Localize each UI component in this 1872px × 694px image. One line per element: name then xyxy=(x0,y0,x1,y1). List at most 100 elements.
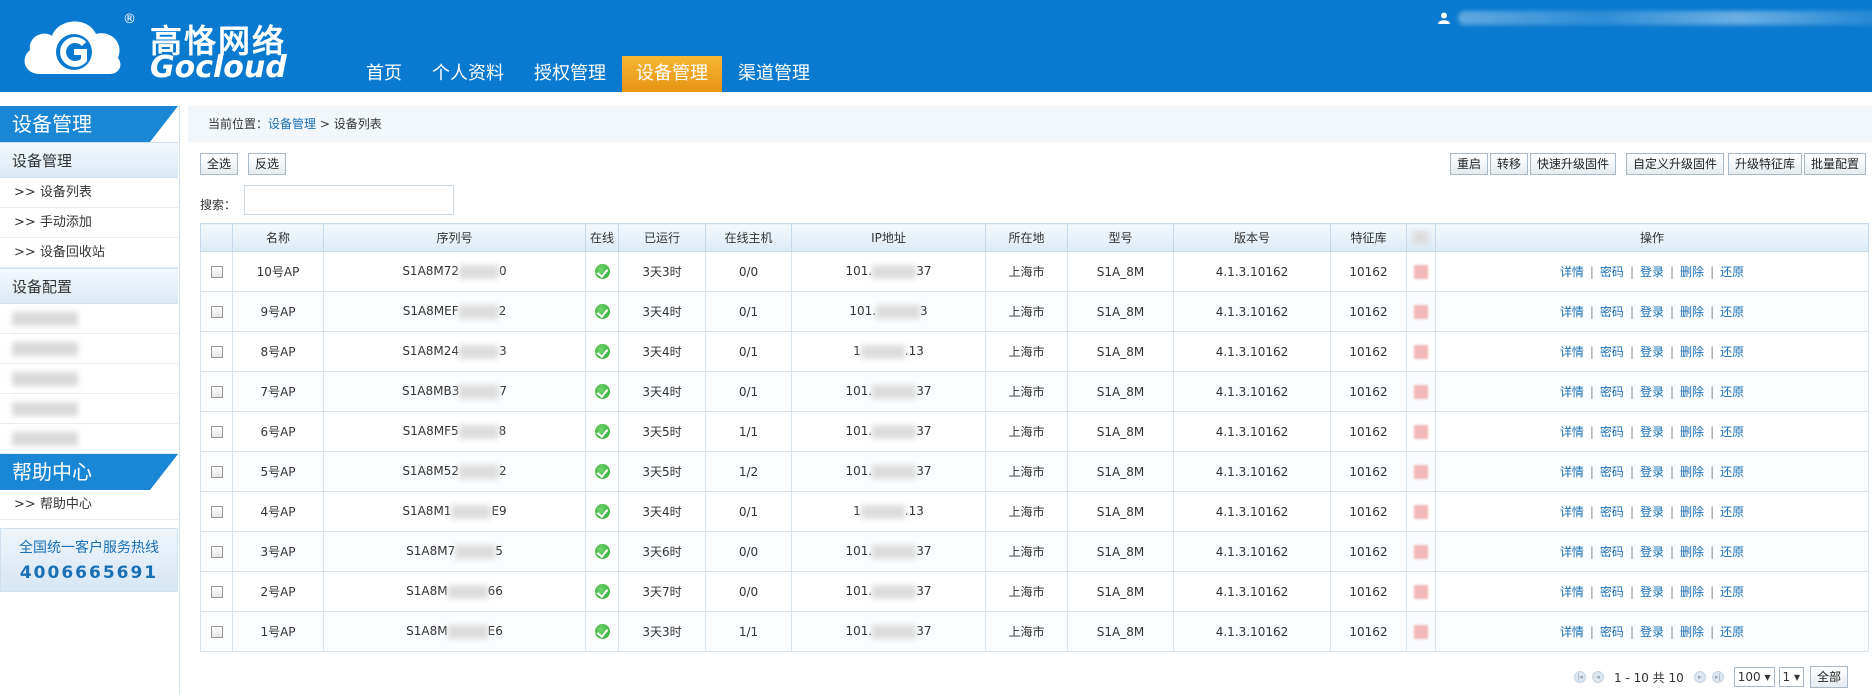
delete-link[interactable]: 删除 xyxy=(1680,465,1704,479)
restore-link[interactable]: 还原 xyxy=(1720,585,1744,599)
sidebar-item-device-list[interactable]: >> 设备列表 xyxy=(0,178,178,208)
login-link[interactable]: 登录 xyxy=(1640,385,1664,399)
header-serial[interactable]: 序列号 xyxy=(323,223,586,252)
prev-page-icon[interactable]: ◂ xyxy=(1592,671,1604,683)
delete-link[interactable]: 删除 xyxy=(1680,505,1704,519)
detail-link[interactable]: 详情 xyxy=(1560,545,1584,559)
header-ip[interactable]: IP地址 xyxy=(791,223,986,252)
row-checkbox[interactable] xyxy=(210,346,223,358)
restore-link[interactable]: 还原 xyxy=(1720,465,1744,479)
detail-link[interactable]: 详情 xyxy=(1560,265,1584,279)
login-link[interactable]: 登录 xyxy=(1640,305,1664,319)
detail-link[interactable]: 详情 xyxy=(1560,505,1584,519)
password-link[interactable]: 密码 xyxy=(1600,505,1624,519)
row-checkbox[interactable] xyxy=(210,386,223,398)
page-size-select[interactable]: 100 ▾ xyxy=(1733,667,1775,687)
nav-device-management[interactable]: 设备管理 xyxy=(622,56,722,92)
row-checkbox[interactable] xyxy=(210,626,223,638)
login-link[interactable]: 登录 xyxy=(1640,585,1664,599)
password-link[interactable]: 密码 xyxy=(1600,465,1624,479)
sidebar-section-device-management[interactable]: 设备管理 xyxy=(0,142,178,178)
restore-link[interactable]: 还原 xyxy=(1720,545,1744,559)
restore-link[interactable]: 还原 xyxy=(1720,345,1744,359)
login-link[interactable]: 登录 xyxy=(1640,425,1664,439)
reboot-button[interactable]: 重启 xyxy=(1450,153,1489,175)
invert-selection-button[interactable]: 反选 xyxy=(248,153,287,175)
delete-link[interactable]: 删除 xyxy=(1680,385,1704,399)
show-all-button[interactable]: 全部 xyxy=(1810,666,1849,688)
header-online-hosts[interactable]: 在线主机 xyxy=(705,223,792,252)
login-link[interactable]: 登录 xyxy=(1640,265,1664,279)
nav-channel-management[interactable]: 渠道管理 xyxy=(724,56,824,92)
detail-link[interactable]: 详情 xyxy=(1560,465,1584,479)
header-version[interactable]: 版本号 xyxy=(1173,223,1331,252)
header-name[interactable]: 名称 xyxy=(232,223,324,252)
delete-link[interactable]: 删除 xyxy=(1680,425,1704,439)
password-link[interactable]: 密码 xyxy=(1600,585,1624,599)
row-checkbox[interactable] xyxy=(210,586,223,598)
login-link[interactable]: 登录 xyxy=(1640,505,1664,519)
detail-link[interactable]: 详情 xyxy=(1560,305,1584,319)
sidebar-item-blurred[interactable] xyxy=(0,334,178,364)
login-link[interactable]: 登录 xyxy=(1640,465,1664,479)
sidebar-item-blurred[interactable] xyxy=(0,394,178,424)
nav-profile[interactable]: 个人资料 xyxy=(418,56,518,92)
password-link[interactable]: 密码 xyxy=(1600,545,1624,559)
delete-link[interactable]: 删除 xyxy=(1680,345,1704,359)
nav-home[interactable]: 首页 xyxy=(352,56,416,92)
header-location[interactable]: 所在地 xyxy=(985,223,1068,252)
upgrade-feature-library-button[interactable]: 升级特征库 xyxy=(1728,153,1803,175)
restore-link[interactable]: 还原 xyxy=(1720,265,1744,279)
last-page-icon[interactable]: ▸| xyxy=(1711,671,1724,683)
password-link[interactable]: 密码 xyxy=(1600,625,1624,639)
sidebar-item-help-center[interactable]: >> 帮助中心 xyxy=(0,490,178,520)
sidebar-section-device-config[interactable]: 设备配置 xyxy=(0,268,178,304)
sidebar-item-recycle-bin[interactable]: >> 设备回收站 xyxy=(0,238,178,268)
row-checkbox[interactable] xyxy=(210,466,223,478)
transfer-button[interactable]: 转移 xyxy=(1490,153,1529,175)
restore-link[interactable]: 还原 xyxy=(1720,305,1744,319)
select-all-button[interactable]: 全选 xyxy=(200,153,239,175)
password-link[interactable]: 密码 xyxy=(1600,425,1624,439)
sidebar-item-blurred[interactable] xyxy=(0,364,178,394)
row-checkbox[interactable] xyxy=(210,506,223,518)
password-link[interactable]: 密码 xyxy=(1600,305,1624,319)
user-info[interactable] xyxy=(1438,8,1872,28)
detail-link[interactable]: 详情 xyxy=(1560,425,1584,439)
first-page-icon[interactable]: |◂ xyxy=(1574,671,1586,683)
restore-link[interactable]: 还原 xyxy=(1720,425,1744,439)
header-model[interactable]: 型号 xyxy=(1067,223,1174,252)
detail-link[interactable]: 详情 xyxy=(1560,385,1584,399)
restore-link[interactable]: 还原 xyxy=(1720,625,1744,639)
row-checkbox[interactable] xyxy=(210,426,223,438)
nav-license[interactable]: 授权管理 xyxy=(520,56,620,92)
sidebar-item-blurred[interactable] xyxy=(0,424,178,454)
detail-link[interactable]: 详情 xyxy=(1560,625,1584,639)
header-feature-library[interactable]: 特征库 xyxy=(1330,223,1407,252)
detail-link[interactable]: 详情 xyxy=(1560,585,1584,599)
sidebar-item-manual-add[interactable]: >> 手动添加 xyxy=(0,208,178,238)
next-page-icon[interactable]: ▸ xyxy=(1693,671,1706,683)
delete-link[interactable]: 删除 xyxy=(1680,305,1704,319)
delete-link[interactable]: 删除 xyxy=(1680,545,1704,559)
password-link[interactable]: 密码 xyxy=(1600,345,1624,359)
restore-link[interactable]: 还原 xyxy=(1720,385,1744,399)
login-link[interactable]: 登录 xyxy=(1640,345,1664,359)
password-link[interactable]: 密码 xyxy=(1600,265,1624,279)
gocloud-logo[interactable]: ® 高恪网络 Gocloud xyxy=(18,6,288,86)
row-checkbox[interactable] xyxy=(210,306,223,318)
delete-link[interactable]: 删除 xyxy=(1680,265,1704,279)
batch-config-button[interactable]: 批量配置 xyxy=(1804,153,1867,175)
row-checkbox[interactable] xyxy=(210,266,223,278)
sidebar-item-blurred[interactable] xyxy=(0,304,178,334)
restore-link[interactable]: 还原 xyxy=(1720,505,1744,519)
header-online[interactable]: 在线 xyxy=(585,223,619,252)
login-link[interactable]: 登录 xyxy=(1640,545,1664,559)
page-number-select[interactable]: 1 ▾ xyxy=(1778,667,1804,687)
delete-link[interactable]: 删除 xyxy=(1680,585,1704,599)
search-input[interactable] xyxy=(244,185,454,215)
login-link[interactable]: 登录 xyxy=(1640,625,1664,639)
row-checkbox[interactable] xyxy=(210,546,223,558)
custom-upgrade-firmware-button[interactable]: 自定义升级固件 xyxy=(1626,153,1725,175)
breadcrumb-link-device-management[interactable]: 设备管理 xyxy=(268,117,316,131)
